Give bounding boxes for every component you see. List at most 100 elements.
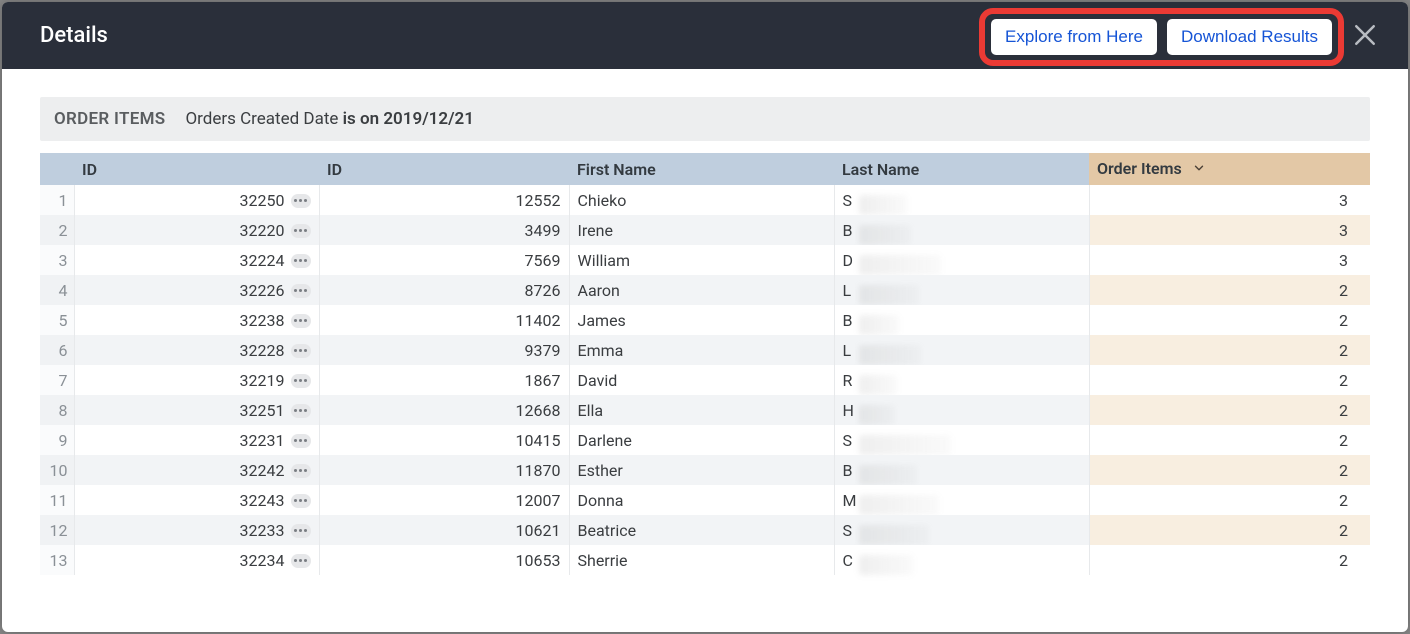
cell-last-name: S: [834, 425, 1089, 455]
row-actions-icon[interactable]: [291, 434, 311, 448]
cell-first-name: Emma: [569, 335, 834, 365]
row-actions-icon[interactable]: [291, 524, 311, 538]
col-id2[interactable]: ID: [319, 153, 569, 185]
cell-order-items: 2: [1089, 275, 1370, 305]
cell-last-name: H: [834, 395, 1089, 425]
redacted-text: [859, 405, 895, 425]
cell-first-name: James: [569, 305, 834, 335]
action-buttons-highlight: Explore from Here Download Results: [979, 8, 1344, 66]
row-number: 4: [40, 275, 74, 305]
explore-from-here-button[interactable]: Explore from Here: [991, 19, 1157, 55]
redacted-text: [859, 345, 921, 365]
cell-first-name: Esther: [569, 455, 834, 485]
redacted-text: [859, 255, 941, 275]
cell-id1[interactable]: 32219: [74, 365, 319, 395]
cell-first-name: Aaron: [569, 275, 834, 305]
table-row: 13225012552ChiekoS3: [40, 185, 1370, 215]
cell-first-name: Sherrie: [569, 545, 834, 575]
chevron-down-icon: [1192, 160, 1206, 179]
row-number: 6: [40, 335, 74, 365]
cell-first-name: Irene: [569, 215, 834, 245]
row-actions-icon[interactable]: [291, 554, 311, 568]
col-first-name[interactable]: First Name: [569, 153, 834, 185]
cell-order-items: 2: [1089, 395, 1370, 425]
close-button[interactable]: [1350, 20, 1380, 50]
cell-first-name: Donna: [569, 485, 834, 515]
cell-id1[interactable]: 32238: [74, 305, 319, 335]
cell-id1[interactable]: 32231: [74, 425, 319, 455]
cell-first-name: William: [569, 245, 834, 275]
row-number: 3: [40, 245, 74, 275]
cell-id1[interactable]: 32234: [74, 545, 319, 575]
cell-id2: 12668: [319, 395, 569, 425]
cell-order-items: 3: [1089, 185, 1370, 215]
row-actions-icon[interactable]: [291, 404, 311, 418]
cell-last-name: L: [834, 275, 1089, 305]
row-number: 10: [40, 455, 74, 485]
redacted-text: [859, 195, 907, 215]
cell-last-name: B: [834, 455, 1089, 485]
results-table-wrap: ID ID First Name Last Name Order Items: [40, 153, 1370, 632]
filter-description: Orders Created Date is on 2019/12/21: [185, 109, 474, 129]
cell-id1[interactable]: 32242: [74, 455, 319, 485]
row-actions-icon[interactable]: [291, 344, 311, 358]
row-number: 7: [40, 365, 74, 395]
col-last-name[interactable]: Last Name: [834, 153, 1089, 185]
cell-id2: 1867: [319, 365, 569, 395]
row-actions-icon[interactable]: [291, 224, 311, 238]
col-rownum: [40, 153, 74, 185]
table-body: 13225012552ChiekoS32322203499IreneB33322…: [40, 185, 1370, 575]
col-id1[interactable]: ID: [74, 153, 319, 185]
redacted-text: [859, 465, 917, 485]
row-actions-icon[interactable]: [291, 194, 311, 208]
cell-last-name: D: [834, 245, 1089, 275]
cell-id1[interactable]: 32243: [74, 485, 319, 515]
row-number: 1: [40, 185, 74, 215]
row-actions-icon[interactable]: [291, 284, 311, 298]
modal-header: Details Explore from Here Download Resul…: [2, 2, 1408, 69]
col-order-items[interactable]: Order Items: [1089, 153, 1370, 185]
cell-id1[interactable]: 32233: [74, 515, 319, 545]
row-actions-icon[interactable]: [291, 314, 311, 328]
cell-id2: 12007: [319, 485, 569, 515]
table-row: 3322247569WilliamD3: [40, 245, 1370, 275]
row-number: 8: [40, 395, 74, 425]
cell-id1[interactable]: 32224: [74, 245, 319, 275]
filter-bar: ORDER ITEMS Orders Created Date is on 20…: [40, 97, 1370, 141]
cell-id2: 8726: [319, 275, 569, 305]
col-order-items-label: Order Items: [1097, 159, 1182, 178]
cell-first-name: David: [569, 365, 834, 395]
modal-body: ORDER ITEMS Orders Created Date is on 20…: [2, 69, 1408, 632]
cell-last-name: C: [834, 545, 1089, 575]
cell-id2: 7569: [319, 245, 569, 275]
row-actions-icon[interactable]: [291, 464, 311, 478]
redacted-text: [859, 495, 939, 515]
redacted-text: [859, 225, 911, 245]
cell-order-items: 2: [1089, 485, 1370, 515]
cell-id2: 3499: [319, 215, 569, 245]
cell-id2: 10415: [319, 425, 569, 455]
cell-id2: 10653: [319, 545, 569, 575]
cell-id1[interactable]: 32228: [74, 335, 319, 365]
results-table: ID ID First Name Last Name Order Items: [40, 153, 1370, 575]
download-results-button[interactable]: Download Results: [1167, 19, 1332, 55]
row-actions-icon[interactable]: [291, 254, 311, 268]
cell-id1[interactable]: 32250: [74, 185, 319, 215]
row-actions-icon[interactable]: [291, 494, 311, 508]
redacted-text: [859, 525, 929, 545]
row-number: 11: [40, 485, 74, 515]
cell-order-items: 2: [1089, 425, 1370, 455]
cell-order-items: 2: [1089, 305, 1370, 335]
cell-id1[interactable]: 32226: [74, 275, 319, 305]
cell-id1[interactable]: 32251: [74, 395, 319, 425]
cell-order-items: 2: [1089, 335, 1370, 365]
cell-id1[interactable]: 32220: [74, 215, 319, 245]
table-row: 113224312007DonnaM2: [40, 485, 1370, 515]
cell-id2: 12552: [319, 185, 569, 215]
close-icon: [1350, 20, 1380, 50]
cell-last-name: S: [834, 185, 1089, 215]
row-actions-icon[interactable]: [291, 374, 311, 388]
cell-order-items: 2: [1089, 515, 1370, 545]
cell-first-name: Darlene: [569, 425, 834, 455]
cell-id2: 10621: [319, 515, 569, 545]
